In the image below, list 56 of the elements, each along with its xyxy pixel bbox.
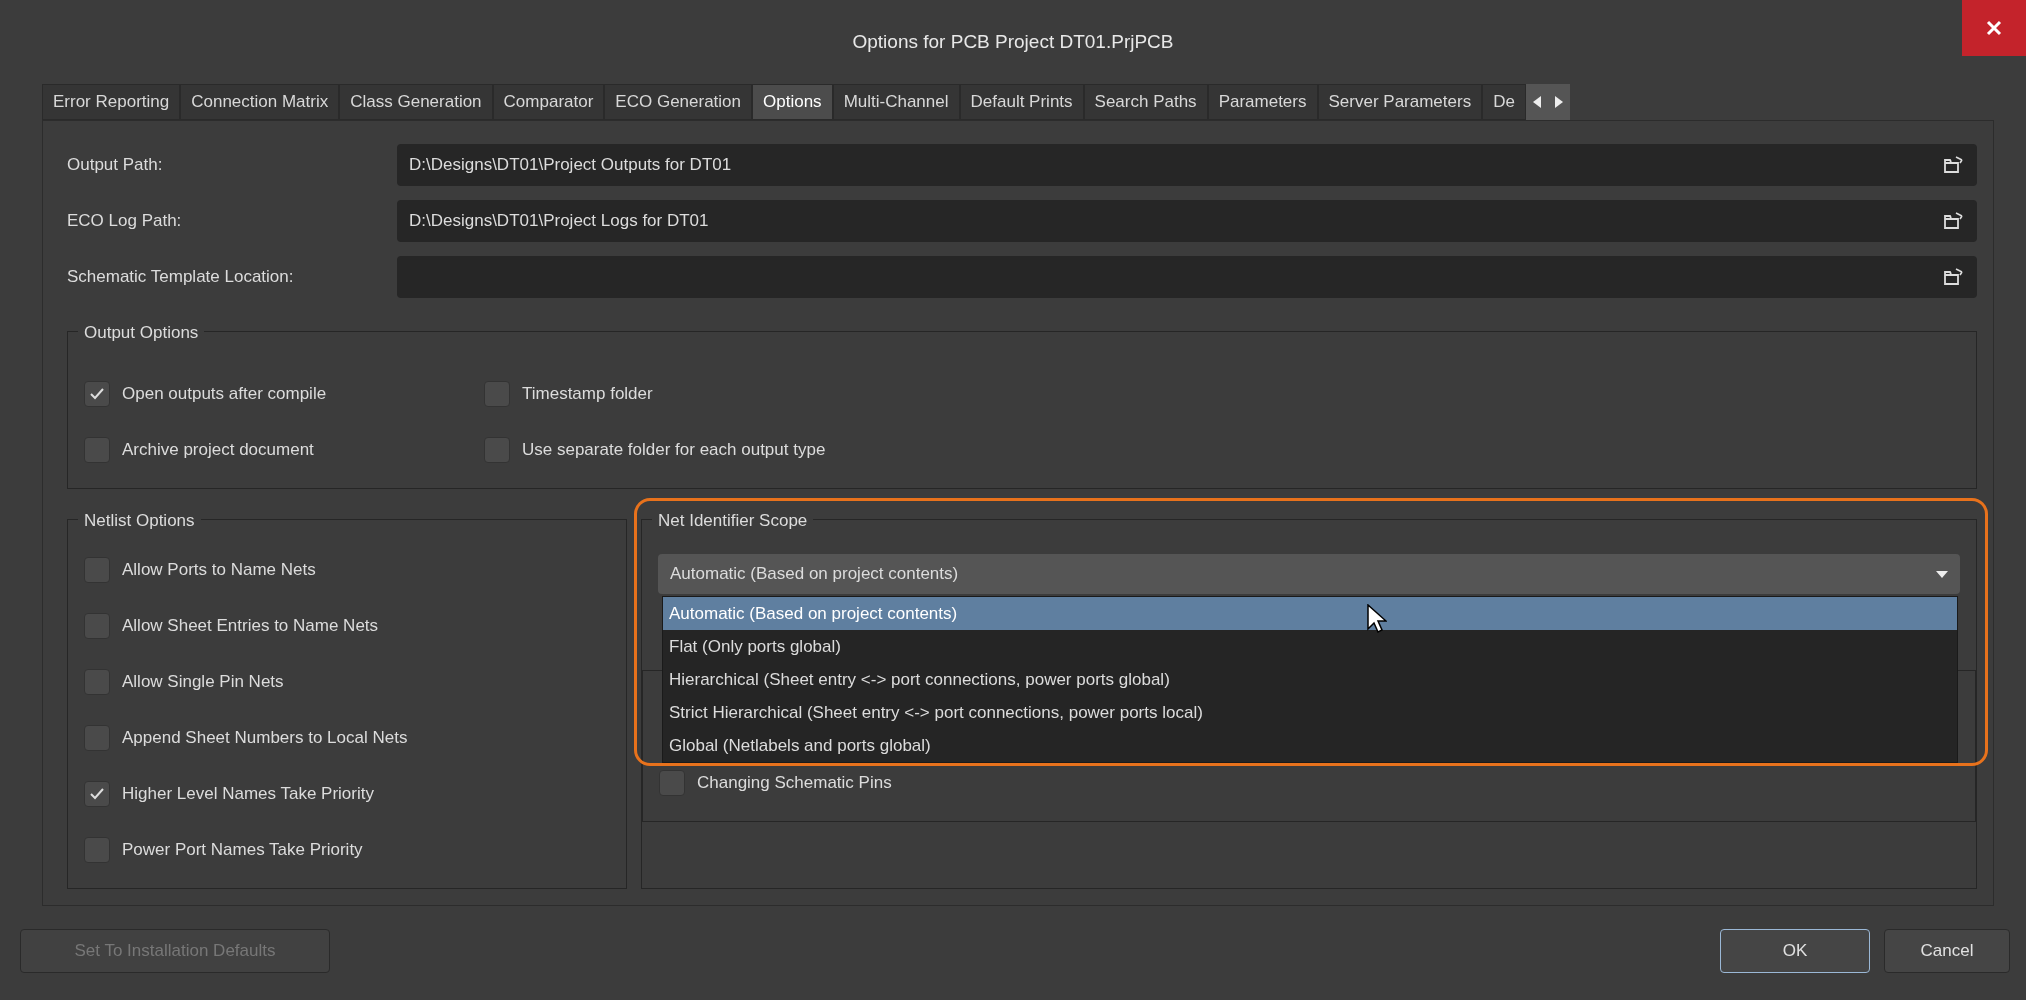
path-field[interactable]: D:\Designs\DT01\Project Logs for DT01: [397, 200, 1977, 242]
dropdown-option[interactable]: Strict Hierarchical (Sheet entry <-> port connections, power ports local): [663, 696, 1957, 729]
tab[interactable]: Parameters: [1207, 84, 1318, 120]
close-button[interactable]: [1962, 0, 2026, 56]
dropdown[interactable]: Automatic (Based on project contents): [658, 554, 1960, 594]
tab[interactable]: Comparator: [492, 84, 605, 120]
field-value: D:\Designs\DT01\Project Logs for DT01: [409, 210, 710, 233]
checkbox-label: Timestamp folder: [522, 383, 653, 406]
left-arrow-icon: [1532, 96, 1541, 108]
tab[interactable]: Default Prints: [959, 84, 1084, 120]
checkbox-label: Higher Level Names Take Priority: [122, 783, 374, 806]
checkbox[interactable]: [84, 781, 110, 807]
folder-icon[interactable]: [1943, 211, 1965, 231]
path-field[interactable]: [397, 256, 1977, 298]
checkbox-label: Allow Single Pin Nets: [122, 671, 284, 694]
tab[interactable]: Search Paths: [1083, 84, 1208, 120]
checkbox-label: Archive project document: [122, 439, 314, 462]
dialog-button[interactable]: OK: [1720, 929, 1870, 973]
folder-icon[interactable]: [1943, 267, 1965, 287]
check-icon: [90, 388, 104, 400]
field-label: ECO Log Path:: [67, 210, 183, 233]
tab[interactable]: Class Generation: [339, 84, 493, 120]
checkbox-label: Allow Sheet Entries to Name Nets: [122, 615, 379, 638]
tab[interactable]: Options: [752, 84, 833, 120]
tab[interactable]: Error Reporting: [42, 84, 181, 120]
tab[interactable]: Connection Matrix: [180, 84, 340, 120]
tab[interactable]: De: [1482, 84, 1526, 120]
checkbox-label: Changing Schematic Pins: [697, 772, 892, 795]
right-arrow-icon: [1554, 96, 1563, 108]
checkbox-label: Append Sheet Numbers to Local Nets: [122, 727, 408, 750]
window-title: Options for PCB Project DT01.PrjPCB: [852, 29, 1174, 54]
field-value: D:\Designs\DT01\Project Outputs for DT01: [409, 154, 733, 177]
mouse-cursor-icon: [1367, 604, 1387, 634]
tab[interactable]: Multi-Channel: [832, 84, 960, 120]
dropdown-option[interactable]: Global (Netlabels and ports global): [663, 729, 1957, 762]
tab[interactable]: Server Parameters: [1317, 84, 1483, 120]
checkbox-label: Open outputs after compile: [122, 383, 327, 406]
checkbox-label: Use separate folder for each output type: [522, 439, 826, 462]
path-field[interactable]: D:\Designs\DT01\Project Outputs for DT01: [397, 144, 1977, 186]
checkbox[interactable]: [84, 381, 110, 407]
checkbox-label: Allow Ports to Name Nets: [122, 559, 316, 582]
tab-scroll-button[interactable]: [1547, 84, 1570, 120]
checkbox-label: Power Port Names Take Priority: [122, 839, 363, 862]
dialog-button[interactable]: Cancel: [1884, 929, 2010, 973]
dropdown-option[interactable]: Automatic (Based on project contents): [663, 597, 1957, 630]
tab[interactable]: ECO Generation: [604, 84, 753, 120]
dropdown-arrow-icon: [1936, 570, 1948, 578]
tab-scroll-button[interactable]: [1525, 84, 1548, 120]
field-label: Output Path:: [67, 154, 164, 177]
folder-icon[interactable]: [1943, 155, 1965, 175]
dropdown-option[interactable]: Flat (Only ports global): [663, 630, 1957, 663]
dropdown-value: Automatic (Based on project contents): [670, 563, 960, 586]
dropdown-option[interactable]: Hierarchical (Sheet entry <-> port connections, power ports global): [663, 663, 1957, 696]
check-icon: [90, 788, 104, 800]
field-label: Schematic Template Location:: [67, 266, 295, 289]
close-icon: [1986, 20, 2002, 36]
